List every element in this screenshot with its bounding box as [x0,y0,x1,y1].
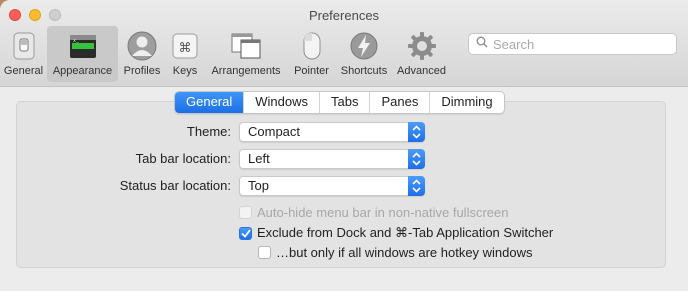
status-bar-location-label: Status bar location: [119,178,231,193]
toolbar-item-arrangements[interactable]: Arrangements [204,26,288,82]
search-input[interactable] [493,36,663,52]
chevron-updown-icon [408,149,425,169]
tab-tabs[interactable]: Tabs [319,92,369,113]
toolbar-label-pointer: Pointer [294,65,329,77]
toolbar-label-general: General [3,65,44,77]
toolbar-label-profiles: Profiles [123,65,161,77]
theme-row: Theme: [16,124,231,139]
auto-hide-menu-bar-label: Auto-hide menu bar in non-native fullscr… [257,205,509,220]
profiles-person-icon [126,30,158,62]
search-field[interactable] [468,33,677,55]
tab-bar-location-value: Left [248,151,270,166]
preferences-toolbar: General x_ Appearance Profiles ⌘ Keys Ar… [0,26,450,82]
exclude-from-dock-checkbox[interactable]: Exclude from Dock and ⌘-Tab Application … [239,225,553,241]
tab-general[interactable]: General [175,92,244,113]
toolbar-item-keys[interactable]: ⌘ Keys [166,26,204,82]
checkbox-box [258,246,271,259]
chevron-updown-icon [408,176,425,196]
window-title: Preferences [308,8,380,23]
keys-command-icon: ⌘ [169,30,201,62]
toolbar-label-shortcuts: Shortcuts [340,65,388,77]
toolbar-item-advanced[interactable]: Advanced [393,26,450,82]
advanced-gear-icon [406,30,438,62]
hotkey-windows-only-label: …but only if all windows are hotkey wind… [276,245,533,260]
tab-bar-location-row: Tab bar location: [16,151,231,166]
appearance-tabs: General Windows Tabs Panes Dimming [174,91,505,114]
titlebar: Preferences General x_ Appearance Profil… [0,0,688,87]
svg-text:x_: x_ [73,38,80,44]
toolbar-item-shortcuts[interactable]: Shortcuts [335,26,393,82]
toolbar-label-arrangements: Arrangements [211,65,281,77]
toolbar-item-profiles[interactable]: Profiles [118,26,166,82]
tab-panes[interactable]: Panes [369,92,429,113]
toolbar-label-advanced: Advanced [397,65,446,77]
theme-popup[interactable]: Compact [239,122,425,142]
arrangements-windows-icon [230,30,262,62]
status-bar-location-value: Top [248,178,269,193]
toolbar-item-appearance[interactable]: x_ Appearance [47,26,118,82]
appearance-terminal-icon: x_ [67,30,99,62]
auto-hide-menu-bar-checkbox[interactable]: Auto-hide menu bar in non-native fullscr… [239,205,508,220]
checkbox-box [239,206,252,219]
pointer-mouse-icon [296,30,328,62]
general-switch-icon [8,30,40,62]
chevron-updown-icon [408,122,425,142]
hotkey-windows-only-checkbox[interactable]: …but only if all windows are hotkey wind… [258,245,533,260]
toolbar-label-keys: Keys [172,65,198,77]
toolbar-item-general[interactable]: General [0,26,47,82]
toolbar-label-appearance: Appearance [52,65,113,77]
checkmark-icon [239,226,252,240]
search-icon [476,35,488,53]
tab-bar-location-popup[interactable]: Left [239,149,425,169]
status-bar-location-popup[interactable]: Top [239,176,425,196]
tab-dimming[interactable]: Dimming [429,92,503,113]
tab-bar-location-label: Tab bar location: [135,151,231,166]
status-bar-location-row: Status bar location: [16,178,231,193]
svg-text:⌘: ⌘ [179,41,192,56]
theme-label: Theme: [186,124,231,139]
tab-windows[interactable]: Windows [243,92,319,113]
shortcuts-bolt-icon [348,30,380,62]
theme-value: Compact [248,124,301,139]
preferences-window: Preferences General x_ Appearance Profil… [0,0,688,291]
toolbar-item-pointer[interactable]: Pointer [288,26,335,82]
exclude-from-dock-label: Exclude from Dock and ⌘-Tab Application … [257,225,554,240]
